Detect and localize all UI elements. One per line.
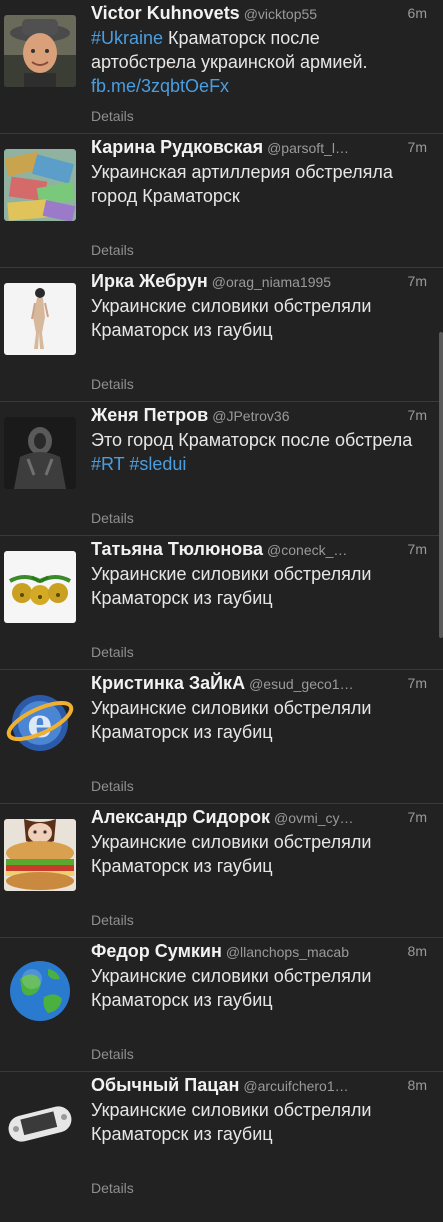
tweet-header: Кристинка ЗаЙкА @esud_geco1… bbox=[91, 673, 431, 695]
tweet-author-name[interactable]: Федор Сумкин bbox=[91, 941, 222, 961]
tweet-text: Украинская артиллерия обстреляла город К… bbox=[91, 162, 393, 206]
tweet-header: Федор Сумкин @llanchops_macab bbox=[91, 941, 431, 963]
tweet-author-name[interactable]: Ирка Жебрун bbox=[91, 271, 208, 291]
tweet-text: Украинские силовики обстреляли Краматорс… bbox=[91, 296, 372, 340]
tweet-author-handle[interactable]: @llanchops_macab bbox=[226, 944, 349, 960]
tweet-header: Обычный Пацан @arcuifchero1… bbox=[91, 1075, 431, 1097]
tweet-author-handle[interactable]: @vicktop55 bbox=[244, 6, 317, 22]
tweet-timestamp[interactable]: 7m bbox=[408, 407, 427, 423]
tweet-timestamp[interactable]: 7m bbox=[408, 541, 427, 557]
tweet-header: Ирка Жебрун @orag_niama1995 bbox=[91, 271, 431, 293]
tweet-feed: Victor Kuhnovets @vicktop55 6m #Ukraine К… bbox=[0, 0, 443, 1222]
tweet-header: Карина Рудковская @parsoft_l… bbox=[91, 137, 431, 159]
tweet-item[interactable]: Александр Сидорок @ovmi_cy… 7m Украинские… bbox=[0, 804, 443, 938]
tweet-author-handle[interactable]: @orag_niama1995 bbox=[212, 274, 331, 290]
dark-figure-avatar[interactable] bbox=[4, 417, 76, 489]
tweet-item[interactable]: Татьяна Тюлюнова @coneck_… 7m Украинские … bbox=[0, 536, 443, 670]
tweet-text: Украинские силовики обстреляли Краматорс… bbox=[91, 966, 372, 1010]
tweet-item[interactable]: Ирка Жебрун @orag_niama1995 7m Украинские… bbox=[0, 268, 443, 402]
tweet-header: Victor Kuhnovets @vicktop55 bbox=[91, 3, 431, 25]
tweet-timestamp[interactable]: 7m bbox=[408, 675, 427, 691]
tweet-timestamp[interactable]: 7m bbox=[408, 809, 427, 825]
bells-avatar[interactable] bbox=[4, 551, 76, 623]
tweet-item[interactable]: e Кристинка ЗаЙкА @esud_geco1… 7m Украинс… bbox=[0, 670, 443, 804]
tweet-item[interactable]: Обычный Пацан @arcuifchero1… 8m Украински… bbox=[0, 1072, 443, 1222]
tweet-author-name[interactable]: Кристинка ЗаЙкА bbox=[91, 673, 245, 693]
figure-avatar[interactable] bbox=[4, 283, 76, 355]
hashtag-link[interactable]: #sledui bbox=[129, 454, 186, 474]
tweet-author-handle[interactable]: @esud_geco1… bbox=[249, 676, 354, 692]
details-link[interactable]: Details bbox=[91, 644, 134, 660]
tweet-author-name[interactable]: Карина Рудковская bbox=[91, 137, 263, 157]
hashtag-link[interactable]: #Ukraine bbox=[91, 28, 163, 48]
tweet-timestamp[interactable]: 8m bbox=[408, 1077, 427, 1093]
tweet-text: Украинские силовики обстреляли Краматорс… bbox=[91, 564, 372, 608]
sandwich-avatar[interactable] bbox=[4, 819, 76, 891]
tweet-author-handle[interactable]: @JPetrov36 bbox=[212, 408, 289, 424]
tweet-text: Украинские силовики обстреляли Краматорс… bbox=[91, 832, 372, 876]
tweet-author-handle[interactable]: @arcuifchero1… bbox=[243, 1078, 348, 1094]
tweet-header: Татьяна Тюлюнова @coneck_… bbox=[91, 539, 431, 561]
ie-logo-avatar[interactable]: e bbox=[4, 685, 76, 757]
psp-avatar[interactable] bbox=[4, 1087, 76, 1159]
tweet-author-name[interactable]: Victor Kuhnovets bbox=[91, 3, 240, 23]
scrollbar-thumb[interactable] bbox=[439, 332, 443, 638]
tweet-timestamp[interactable]: 7m bbox=[408, 139, 427, 155]
tweet-author-handle[interactable]: @parsoft_l… bbox=[267, 140, 349, 156]
details-link[interactable]: Details bbox=[91, 510, 134, 526]
details-link[interactable]: Details bbox=[91, 108, 134, 124]
details-link[interactable]: Details bbox=[91, 1046, 134, 1062]
tweet-text: Это город Краматорск после обстрела #RT … bbox=[91, 428, 421, 476]
tweet-timestamp[interactable]: 7m bbox=[408, 273, 427, 289]
details-link[interactable]: Details bbox=[91, 1180, 134, 1196]
tweet-text: Украинские силовики обстреляли Краматорс… bbox=[91, 1100, 372, 1144]
tweet-item[interactable]: Карина Рудковская @parsoft_l… 7m Украинск… bbox=[0, 134, 443, 268]
details-link[interactable]: Details bbox=[91, 912, 134, 928]
tweet-text: Украинские силовики обстреляли Краматорс… bbox=[91, 698, 372, 742]
globe-avatar[interactable] bbox=[4, 953, 76, 1025]
tweet-author-name[interactable]: Татьяна Тюлюнова bbox=[91, 539, 263, 559]
tweet-author-name[interactable]: Женя Петров bbox=[91, 405, 208, 425]
tweet-timestamp[interactable]: 8m bbox=[408, 943, 427, 959]
tweet-author-handle[interactable]: @coneck_… bbox=[267, 542, 347, 558]
details-link[interactable]: Details bbox=[91, 778, 134, 794]
tweet-item[interactable]: Victor Kuhnovets @vicktop55 6m #Ukraine К… bbox=[0, 0, 443, 134]
man-in-hat-avatar[interactable] bbox=[4, 15, 76, 87]
tweet-author-name[interactable]: Александр Сидорок bbox=[91, 807, 270, 827]
tweet-item[interactable]: Женя Петров @JPetrov36 7m Это город Крама… bbox=[0, 402, 443, 536]
tweet-author-name[interactable]: Обычный Пацан bbox=[91, 1075, 239, 1095]
details-link[interactable]: Details bbox=[91, 376, 134, 392]
tweet-text: #Ukraine Краматорск после артобстрела ук… bbox=[91, 26, 421, 98]
tweet-text-segment: Это город Краматорск после обстрела bbox=[91, 430, 413, 450]
tweet-header: Александр Сидорок @ovmi_cy… bbox=[91, 807, 431, 829]
hashtag-link[interactable]: #RT bbox=[91, 454, 124, 474]
money-avatar[interactable] bbox=[4, 149, 76, 221]
url-link[interactable]: fb.me/3zqbtOeFx bbox=[91, 76, 229, 96]
tweet-item[interactable]: Федор Сумкин @llanchops_macab 8m Украинск… bbox=[0, 938, 443, 1072]
tweet-author-handle[interactable]: @ovmi_cy… bbox=[274, 810, 354, 826]
tweet-timestamp[interactable]: 6m bbox=[408, 5, 427, 21]
details-link[interactable]: Details bbox=[91, 242, 134, 258]
tweet-header: Женя Петров @JPetrov36 bbox=[91, 405, 431, 427]
